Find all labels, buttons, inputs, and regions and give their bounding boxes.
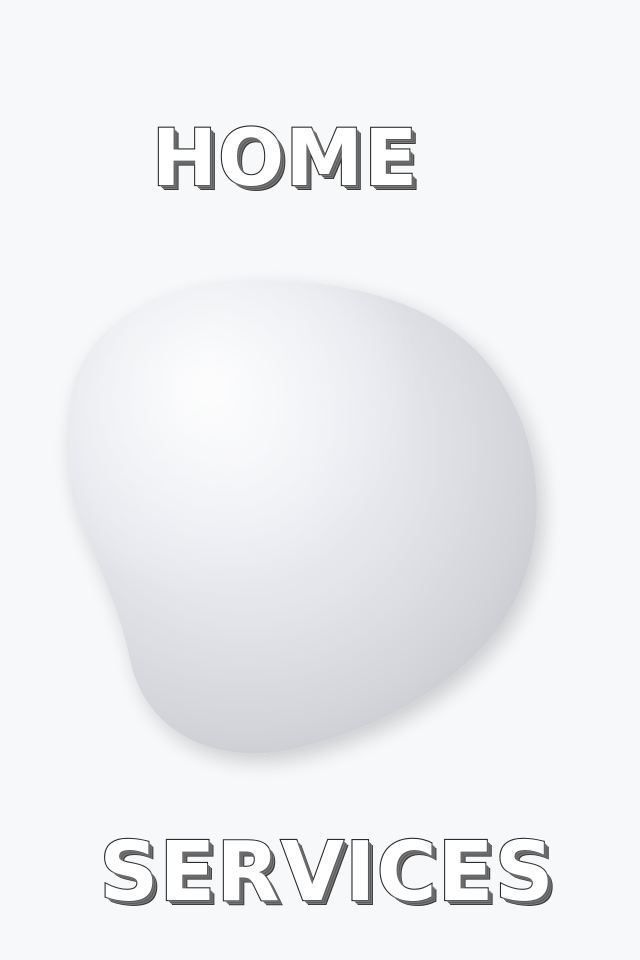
soft-blob-shape bbox=[40, 260, 580, 780]
home-heading: HOME bbox=[151, 114, 419, 204]
blob-graphic bbox=[66, 281, 537, 754]
blob-highlight bbox=[66, 281, 537, 754]
poster-canvas: HOME SERVICES bbox=[0, 0, 640, 960]
services-heading: SERVICES bbox=[98, 825, 555, 920]
